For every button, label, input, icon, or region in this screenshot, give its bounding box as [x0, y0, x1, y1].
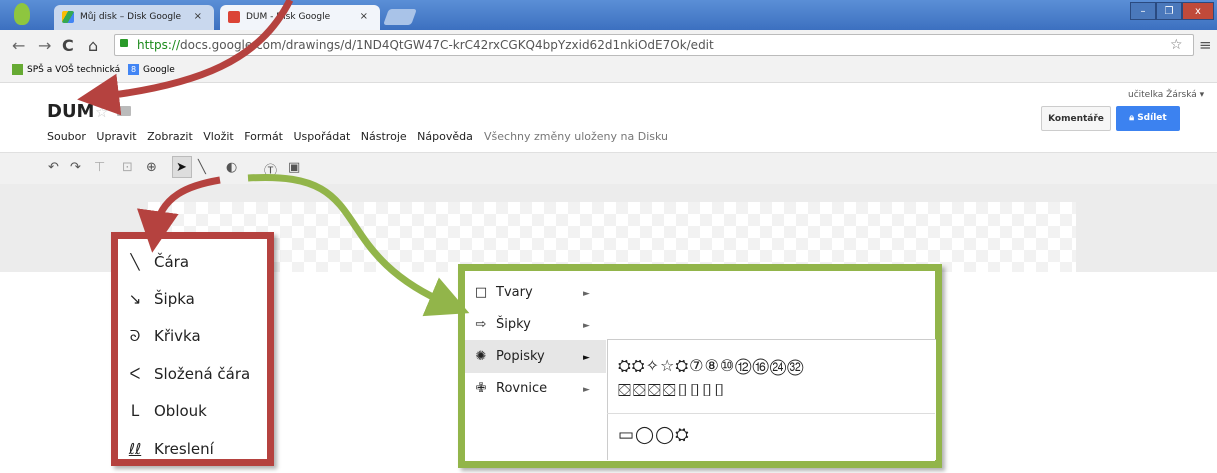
- red-arrow-title: [77, 0, 294, 116]
- red-arrow-lines: [137, 176, 221, 253]
- green-arrow-shapes: [247, 173, 470, 317]
- annotation-arrows: [77, 0, 470, 317]
